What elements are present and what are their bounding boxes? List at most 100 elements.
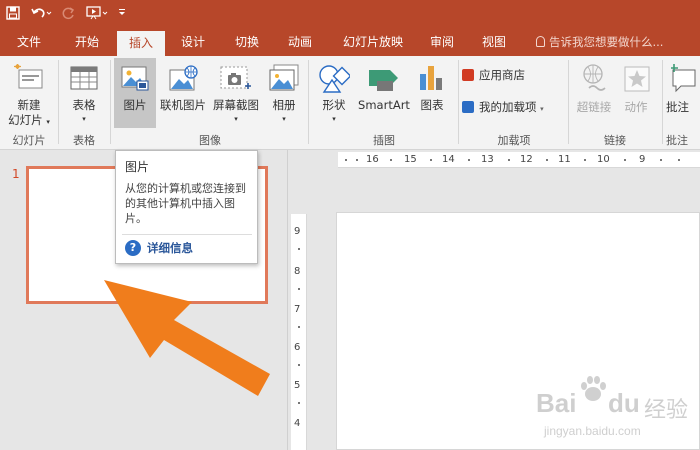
shapes-dropdown-caret: ▾: [332, 115, 336, 123]
photo-album-dropdown-caret: ▾: [282, 115, 286, 123]
ruler-tick: [468, 159, 470, 161]
annotation-arrow: [104, 280, 270, 396]
action-label: 动作: [624, 100, 648, 114]
save-icon[interactable]: [6, 5, 20, 23]
ribbon-tabs: 文件 开始 插入 设计 切换 动画 幻灯片放映 审阅 视图 告诉我您想要做什么.…: [0, 28, 700, 56]
screenshot-button[interactable]: 屏幕截图 ▾: [210, 60, 262, 126]
action-button: 动作: [616, 60, 656, 126]
ribbon-separator: [662, 60, 663, 144]
ruler-label: 13: [481, 154, 494, 165]
new-slide-button[interactable]: 新建 幻灯片 ▾: [2, 60, 56, 127]
ruler-tick: [584, 159, 586, 161]
picture-label: 图片: [123, 98, 147, 112]
online-pictures-label: 联机图片: [160, 98, 206, 112]
ruler-tick: [624, 159, 626, 161]
tooltip-more-info-link[interactable]: ? 详细信息: [125, 240, 193, 256]
tooltip-divider: [122, 234, 252, 235]
store-bag-icon: [462, 69, 474, 81]
ruler-label: 4: [294, 418, 301, 429]
group-label-comments: 批注: [666, 134, 688, 147]
comment-button[interactable]: 批注: [666, 60, 700, 126]
tab-home[interactable]: 开始: [62, 28, 112, 56]
redo-icon: [62, 6, 76, 23]
ruler-tick: [298, 326, 300, 328]
photo-album-icon: [269, 64, 299, 91]
group-label-addins: 加载项: [497, 134, 531, 147]
quick-access-toolbar: [0, 0, 700, 28]
watermark-brand: Bai: [536, 388, 577, 418]
app-store-button[interactable]: 应用商店: [462, 68, 562, 88]
baidu-jingyan-watermark: Bai du 经验 jingyan.baidu.com: [530, 372, 700, 450]
hyperlink-button: 超链接: [572, 60, 616, 126]
ribbon-separator: [58, 60, 59, 144]
present-from-start-icon[interactable]: [86, 5, 108, 23]
tab-animations[interactable]: 动画: [278, 28, 322, 56]
tell-me-text: 告诉我您想要做什么...: [549, 35, 664, 49]
customize-qat-icon[interactable]: [118, 8, 126, 21]
tab-transitions[interactable]: 切换: [224, 28, 270, 56]
table-icon: [70, 66, 98, 90]
watermark-brand-suffix: du: [608, 388, 640, 418]
vertical-ruler: 9 8 7 6 5 4: [291, 214, 307, 450]
ruler-label: 14: [442, 154, 455, 165]
tab-design[interactable]: 设计: [170, 28, 216, 56]
photo-album-label: 相册: [272, 98, 296, 112]
comment-label: 批注: [666, 100, 689, 114]
new-slide-label-2: 幻灯片 ▾: [8, 113, 50, 127]
lightbulb-icon: [536, 36, 545, 47]
group-label-illustrations: 插图: [373, 134, 395, 147]
shapes-label: 形状: [322, 98, 346, 112]
photo-album-button[interactable]: 相册 ▾: [264, 60, 304, 126]
ruler-tick: [660, 159, 662, 161]
ruler-tick: [298, 364, 300, 366]
tab-slideshow[interactable]: 幻灯片放映: [333, 28, 413, 56]
addins-cube-icon: [462, 101, 474, 113]
chart-button[interactable]: 图表: [412, 60, 452, 126]
ruler-label: 7: [294, 304, 301, 315]
tab-view[interactable]: 视图: [472, 28, 516, 56]
ruler-label: 5: [294, 380, 301, 391]
group-label-images: 图像: [199, 134, 221, 147]
ruler-tick: [298, 248, 300, 250]
help-icon: ?: [125, 240, 141, 256]
my-addins-button[interactable]: 我的加载项 ▾: [462, 100, 572, 120]
screenshot-icon: [220, 66, 251, 89]
ruler-label: 9: [639, 154, 646, 165]
hyperlink-icon: [583, 64, 606, 91]
ruler-label: 11: [558, 154, 571, 165]
chart-label: 图表: [420, 98, 444, 112]
tab-insert[interactable]: 插入: [117, 31, 165, 56]
chart-icon: [420, 66, 442, 90]
ruler-tick: [508, 159, 510, 161]
tell-me-box[interactable]: 告诉我您想要做什么...: [536, 28, 663, 56]
watermark-url: jingyan.baidu.com: [544, 424, 641, 438]
ruler-tick: [390, 159, 392, 161]
ribbon-separator: [308, 60, 309, 144]
baidu-paw-icon: [581, 376, 606, 401]
table-button[interactable]: 表格 ▾: [62, 60, 106, 126]
action-star-icon: [624, 66, 650, 92]
group-label-slides: 幻灯片: [12, 134, 46, 147]
smartart-button[interactable]: SmartArt: [356, 60, 412, 126]
new-slide-icon: [14, 64, 43, 89]
picture-icon: [121, 66, 149, 91]
picture-tooltip: 图片 从您的计算机或您连接到的其他计算机中插入图片。 ? 详细信息: [115, 150, 258, 264]
ruler-label: 12: [520, 154, 533, 165]
my-addins-dropdown-caret: ▾: [540, 105, 544, 113]
picture-button[interactable]: 图片: [114, 58, 156, 128]
table-label: 表格: [72, 98, 96, 112]
tab-file[interactable]: 文件: [6, 28, 52, 56]
ruler-tick: [678, 159, 680, 161]
shapes-icon: [319, 65, 350, 93]
watermark-cn: 经验: [644, 397, 689, 422]
horizontal-ruler: 16 15 14 13 12 11 10 9: [338, 152, 700, 168]
tab-review[interactable]: 审阅: [420, 28, 464, 56]
new-slide-label-1: 新建: [17, 98, 41, 112]
undo-icon[interactable]: [30, 6, 52, 23]
hyperlink-label: 超链接: [576, 100, 612, 114]
online-pictures-button[interactable]: 联机图片: [158, 60, 208, 126]
slide-number: 1: [12, 167, 20, 181]
ruler-tick: [430, 159, 432, 161]
shapes-button[interactable]: 形状 ▾: [312, 60, 356, 126]
smartart-label: SmartArt: [358, 98, 410, 112]
